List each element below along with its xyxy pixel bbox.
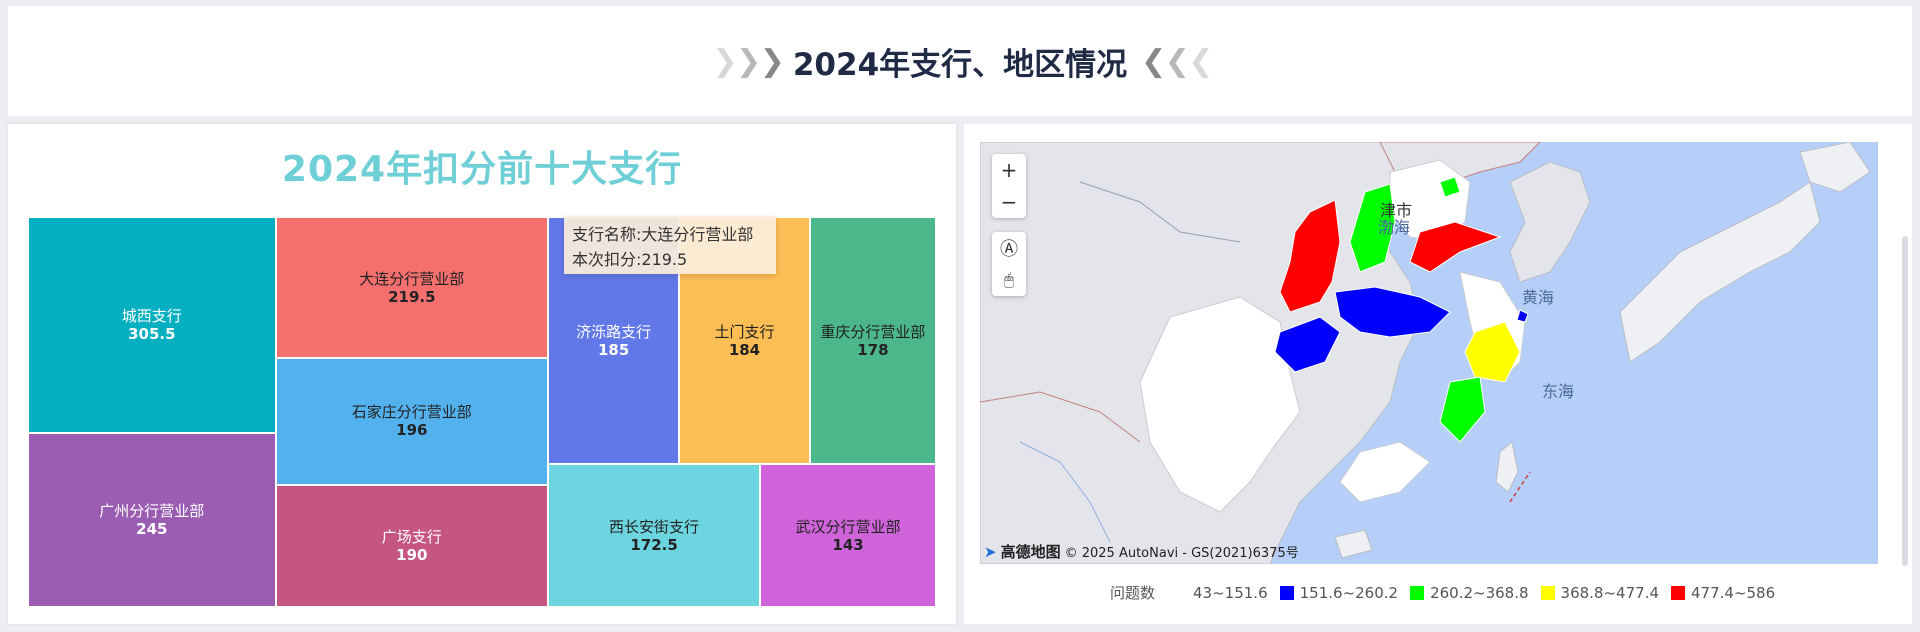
region-green-fujian: [1439, 376, 1486, 443]
tile-value: 143: [832, 535, 864, 554]
tile-label: 广州分行营业部: [99, 502, 205, 521]
legend-item[interactable]: 260.2~368.8: [1410, 584, 1529, 602]
tile-value: 219.5: [388, 287, 436, 306]
tile-label: 城西支行: [121, 307, 182, 326]
attribution-text: © 2025 AutoNavi - GS(2021)6375号: [1064, 546, 1299, 561]
treemap-title: 2024年扣分前十大支行: [281, 149, 683, 190]
legend-title: 问题数: [1110, 584, 1156, 602]
map-label-huanghai: 黄海: [1522, 288, 1555, 307]
mouse-icon[interactable]: 🖱: [992, 264, 1026, 296]
treemap-tile[interactable]: 广场支行 190: [275, 484, 548, 607]
treemap-tooltip: 支行名称:大连分行营业部 本次扣分:219.5: [564, 216, 776, 274]
tile-value: 196: [396, 421, 428, 440]
treemap-tile[interactable]: 城西支行 305.5: [28, 217, 276, 434]
treemap-tile[interactable]: 重庆分行营业部 178: [809, 217, 936, 465]
tile-value: 305.5: [128, 325, 176, 344]
tile-value: 190: [396, 545, 428, 564]
amap-logo-text: 高德地图: [1000, 543, 1061, 561]
legend-item[interactable]: 368.8~477.4: [1540, 584, 1659, 602]
legend-swatch: [1540, 585, 1555, 600]
zoom-in-button[interactable]: +: [992, 154, 1026, 186]
treemap-tile[interactable]: 武汉分行营业部 143: [760, 464, 936, 607]
map-legend: 问题数 43~151.6 151.6~260.2 260.2~368.8 368…: [1110, 582, 1787, 603]
page-title: 2024年支行、地区情况: [792, 46, 1128, 83]
land-japan: [1619, 181, 1821, 363]
legend-item[interactable]: 477.4~586: [1670, 584, 1775, 602]
tooltip-score-line: 本次扣分:219.5: [572, 250, 688, 269]
right-chevrons-icon: ❮ ❮ ❮: [1141, 43, 1213, 79]
map-label-donghai: 东海: [1542, 382, 1575, 401]
legend-swatch: [1279, 585, 1294, 600]
treemap-tile[interactable]: 石家庄分行营业部 196: [275, 358, 548, 485]
tile-label: 西长安街支行: [609, 517, 700, 536]
map-canvas[interactable]: 津市 渤海 黄海 东海 + − Ⓐ 🖱 ➤ 高德地图 © 2025 AutoNa…: [980, 142, 1878, 564]
treemap-panel: 2024年扣分前十大支行 城西支行 305.5 广州分行营业部 245 大连分行营业部 2…: [8, 124, 956, 624]
region-white-south: [1339, 441, 1431, 503]
legend-item[interactable]: 43~151.6: [1193, 584, 1268, 602]
land-korea: [1509, 161, 1591, 283]
compass-icon[interactable]: Ⓐ: [992, 232, 1026, 264]
left-chevrons-icon: ❯ ❯ ❯: [712, 43, 785, 79]
zoom-out-button[interactable]: −: [992, 186, 1026, 218]
tile-label: 土门支行: [714, 322, 775, 341]
legend-item[interactable]: 151.6~260.2: [1279, 584, 1398, 602]
tile-value: 178: [857, 340, 889, 359]
land-taiwan: [1495, 441, 1519, 493]
scrollbar[interactable]: [1902, 236, 1908, 566]
tile-label: 大连分行营业部: [359, 269, 465, 288]
tile-value: 245: [136, 520, 168, 539]
page-header: ❯ ❯ ❯ 2024年支行、地区情况 ❮ ❮ ❮: [8, 6, 1912, 116]
tile-value: 172.5: [630, 535, 678, 554]
map-panel: 津市 渤海 黄海 东海 + − Ⓐ 🖱 ➤ 高德地图 © 2025 AutoNa…: [964, 124, 1912, 624]
zoom-controls: + −: [992, 154, 1026, 218]
map-attribution: ➤ 高德地图 © 2025 AutoNavi - GS(2021)6375号: [984, 541, 1299, 562]
map-tool-controls: Ⓐ 🖱: [992, 232, 1026, 296]
map-label-bohai: 渤海: [1378, 218, 1411, 237]
tile-label: 济泺路支行: [576, 322, 652, 341]
amap-logo-icon: ➤: [984, 542, 997, 561]
tile-label: 广场支行: [381, 527, 442, 546]
tooltip-name-line: 支行名称:大连分行营业部: [572, 225, 754, 244]
tile-value: 184: [728, 340, 761, 359]
map-svg: [980, 142, 1871, 564]
treemap-tile[interactable]: 广州分行营业部 245: [28, 433, 276, 607]
tile-label: 重庆分行营业部: [820, 322, 926, 341]
treemap-tile[interactable]: 大连分行营业部 219.5: [275, 217, 548, 359]
legend-swatch: [1410, 585, 1425, 600]
tile-value: 185: [597, 340, 630, 359]
treemap-tile[interactable]: 西长安街支行 172.5: [548, 464, 761, 607]
land-hainan: [1334, 529, 1373, 559]
tile-label: 石家庄分行营业部: [351, 403, 472, 422]
treemap-chart: 城西支行 305.5 广州分行营业部 245 大连分行营业部 219.5 石家庄分行营业部 1…: [28, 217, 936, 607]
legend-swatch: [1670, 585, 1685, 600]
tile-label: 武汉分行营业部: [795, 517, 901, 536]
